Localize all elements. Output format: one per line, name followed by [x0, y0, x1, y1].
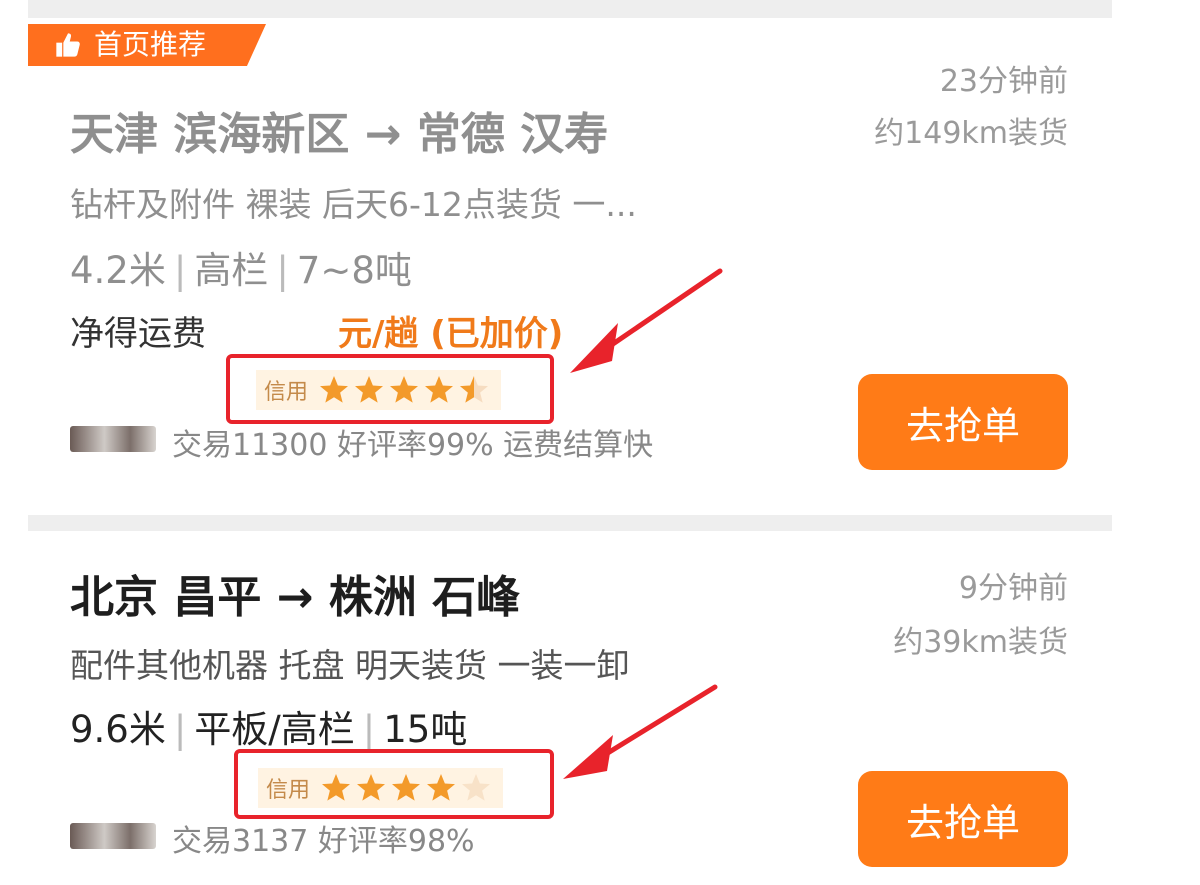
- freight-price: 元/趟 (已加价): [338, 314, 564, 354]
- vehicle-spec: 9.6米 | 平板/高栏 | 15吨: [70, 708, 468, 751]
- annotation-arrow-icon: [570, 268, 723, 373]
- list-divider: [28, 515, 1112, 531]
- shipper-stats: 交易11300 好评率99% 运费结算快: [172, 428, 654, 463]
- annotation-arrow-icon: [563, 684, 718, 779]
- avatar: [70, 426, 156, 452]
- thumbs-up-icon: [54, 31, 82, 59]
- shipper-stats: 交易3137 好评率98%: [172, 824, 475, 859]
- vehicle-type: 高栏: [194, 249, 269, 292]
- posted-time: 9分钟前: [958, 571, 1068, 606]
- cargo-description: 配件其他机器 托盘 明天装货 一装一卸: [70, 646, 630, 685]
- avatar: [70, 823, 156, 849]
- cargo-weight: 7~8吨: [296, 249, 412, 292]
- order-card[interactable]: 首页推荐 天津 滨海新区 → 常德 汉寿 钻杆及附件 裸装 后天6-12点装货 …: [28, 18, 1112, 515]
- price-label: 净得运费: [70, 314, 206, 354]
- posted-time: 23分钟前: [939, 64, 1068, 99]
- order-card[interactable]: 北京 昌平 → 株洲 石峰 配件其他机器 托盘 明天装货 一装一卸 9.6米 | 平…: [28, 531, 1112, 885]
- list-divider: [28, 0, 1112, 18]
- pickup-distance: 约149km装货: [874, 116, 1068, 151]
- order-list: 首页推荐 天津 滨海新区 → 常德 汉寿 钻杆及附件 裸装 后天6-12点装货 …: [0, 0, 1200, 885]
- grab-order-button[interactable]: 去抢单: [858, 771, 1068, 867]
- route-title: 天津 滨海新区 → 常德 汉寿: [70, 109, 609, 160]
- credit-highlight-box: [234, 749, 554, 819]
- route-title: 北京 昌平 → 株洲 石峰: [70, 572, 521, 623]
- vehicle-length: 4.2米: [70, 249, 166, 292]
- recommend-badge: 首页推荐: [28, 24, 266, 66]
- vehicle-length: 9.6米: [70, 708, 166, 751]
- cargo-description: 钻杆及附件 裸装 后天6-12点装货 一...: [70, 185, 637, 224]
- pickup-distance: 约39km装货: [893, 625, 1068, 660]
- vehicle-spec: 4.2米 | 高栏 | 7~8吨: [70, 249, 412, 292]
- badge-label: 首页推荐: [94, 28, 207, 61]
- credit-highlight-box: [226, 354, 554, 424]
- cargo-weight: 15吨: [383, 708, 468, 751]
- vehicle-type: 平板/高栏: [194, 708, 355, 751]
- grab-order-button[interactable]: 去抢单: [858, 374, 1068, 470]
